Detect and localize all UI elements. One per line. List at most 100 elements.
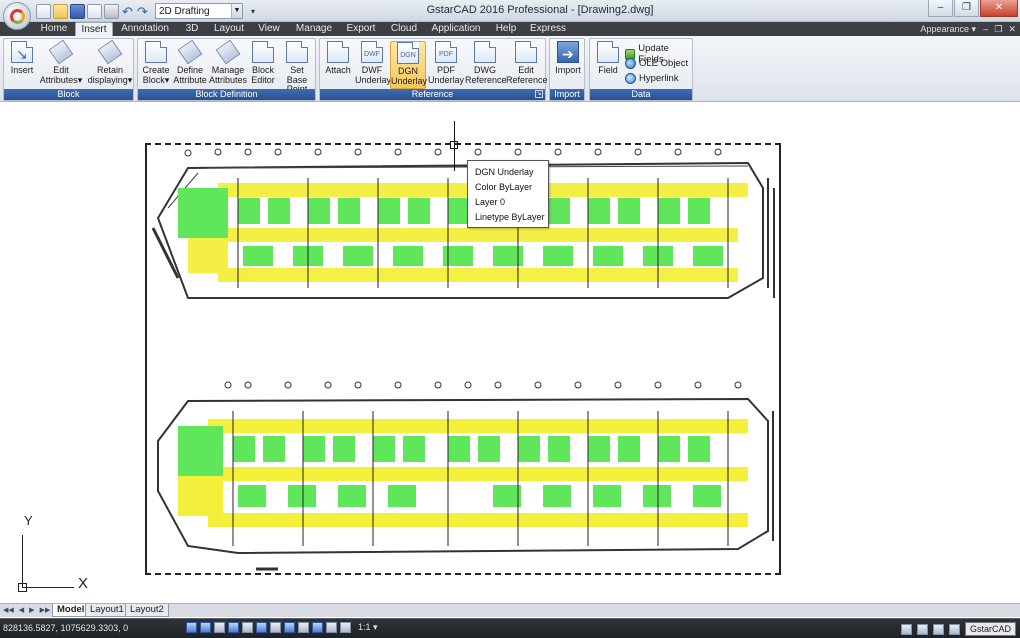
field-button[interactable]: Field: [593, 41, 623, 76]
tab-help[interactable]: Help: [492, 22, 520, 36]
set-base-point-icon: [286, 41, 308, 63]
ribbon-minimize-icon[interactable]: –: [983, 24, 988, 35]
button-label-2: Reference: [465, 74, 507, 85]
set-base-point-button[interactable]: Set Base Point: [279, 41, 315, 95]
drafting-settings-toggles: 1:1 ▾: [186, 622, 378, 633]
button-label-2: Editor: [251, 74, 275, 85]
define-attribute-icon: [177, 39, 203, 65]
hyperlink-label: Hyperlink: [639, 73, 679, 84]
edit-attributes-icon: [48, 39, 74, 65]
otrack-toggle-icon[interactable]: [256, 622, 267, 633]
panel-expand-icon[interactable]: ↘: [535, 90, 543, 98]
block-editor-button[interactable]: Block Editor: [248, 41, 278, 85]
insert-block-button[interactable]: ↘ Insert: [7, 41, 37, 76]
tab-view[interactable]: View: [254, 22, 284, 36]
prev-layout-icon[interactable]: ◀: [19, 606, 24, 614]
edit-reference-button[interactable]: Edit Reference: [506, 41, 548, 85]
quick-properties-icon[interactable]: [326, 622, 337, 633]
restore-button[interactable]: ❐: [954, 0, 979, 17]
ole-object-icon: [625, 58, 636, 69]
tab-layout2[interactable]: Layout2: [125, 604, 169, 617]
ole-object-button[interactable]: OLE Object: [625, 58, 688, 69]
window-title: GstarCAD 2016 Professional - [Drawing2.d…: [426, 4, 654, 16]
tab-export[interactable]: Export: [342, 22, 380, 36]
tab-annotation[interactable]: Annotation: [118, 22, 172, 36]
title-bar: ↶ ↷ 2D Drafting ▼ ▾ GstarCAD 2016 Profes…: [0, 0, 1020, 30]
tpy-toggle-icon[interactable]: [312, 622, 323, 633]
osnap-toggle-icon[interactable]: [242, 622, 253, 633]
retain-displaying-button[interactable]: Retain displaying▾: [86, 39, 134, 85]
panel-import: ➔ Import Import: [549, 38, 585, 101]
layout-tab-bar: ◀◀ ◀ ▶ ▶▶ Model Layout1 Layout2: [0, 603, 1020, 617]
object-tooltip: DGN Underlay Color ByLayer Layer 0 Linet…: [467, 160, 549, 228]
panel-title-block-definition: Block Definition: [138, 89, 315, 100]
coordinate-readout: 828136.5827, 1075629.3303, 0: [3, 623, 129, 633]
icon-text: PDF: [439, 51, 453, 58]
first-layout-icon[interactable]: ◀◀: [3, 606, 14, 614]
button-label-2: Block▾: [142, 74, 170, 85]
snap-toggle-icon[interactable]: [200, 622, 211, 633]
window-controls: – ❐ ✕: [928, 0, 1018, 17]
drawing-canvas[interactable]: DGN Underlay Color ByLayer Layer 0 Linet…: [0, 103, 1020, 603]
annotation-scale[interactable]: 1:1 ▾: [358, 622, 378, 633]
minimize-button[interactable]: –: [928, 0, 953, 17]
lineweight-toggle-icon[interactable]: [298, 622, 309, 633]
tab-insert[interactable]: Insert: [75, 22, 113, 37]
floor-plan-graphic: [151, 148, 775, 299]
tab-manage[interactable]: Manage: [293, 22, 335, 36]
edit-attributes-button[interactable]: Edit Attributes▾: [38, 39, 84, 85]
appearance-menu[interactable]: Appearance ▾: [920, 22, 976, 36]
selection-cycling-icon[interactable]: [340, 622, 351, 633]
grid-toggle-icon[interactable]: [186, 622, 197, 633]
button-sublabel: Block: [142, 74, 165, 85]
workspace-icon[interactable]: [948, 623, 960, 635]
tab-layout1[interactable]: Layout1: [85, 604, 129, 617]
pdf-underlay-button[interactable]: PDF PDF Underlay: [428, 41, 464, 85]
ribbon-close-icon[interactable]: ✕: [1008, 24, 1016, 35]
last-layout-icon[interactable]: ▶▶: [40, 606, 51, 614]
button-label: Set Base: [286, 65, 308, 85]
create-block-button[interactable]: Create Block▾: [140, 41, 172, 85]
panel-title-text: Reference: [411, 89, 454, 99]
polar-toggle-icon[interactable]: [228, 622, 239, 633]
dyn-toggle-icon[interactable]: [284, 622, 295, 633]
clean-screen-icon[interactable]: [932, 623, 944, 635]
brand-label: GstarCAD: [964, 622, 1016, 636]
tooltip-title: DGN Underlay: [475, 167, 534, 177]
tab-3d[interactable]: 3D: [180, 22, 204, 36]
tab-model[interactable]: Model: [52, 604, 90, 617]
ducs-toggle-icon[interactable]: [270, 622, 281, 633]
ribbon-tab-bar: Home Insert Annotation 3D Layout View Ma…: [0, 22, 1020, 37]
appearance-label: Appearance: [920, 24, 969, 34]
lock-icon[interactable]: [900, 623, 912, 635]
manage-attributes-icon: [215, 39, 241, 65]
hyperlink-button[interactable]: Hyperlink: [625, 73, 679, 84]
ribbon-window-controls: – ❐ ✕: [983, 24, 1016, 35]
tab-application[interactable]: Application: [430, 22, 482, 36]
ortho-toggle-icon[interactable]: [214, 622, 225, 633]
button-label: Field: [598, 65, 618, 75]
next-layout-icon[interactable]: ▶: [29, 606, 34, 614]
gstarcad-window: ↶ ↷ 2D Drafting ▼ ▾ GstarCAD 2016 Profes…: [0, 0, 1020, 638]
icon-text: DWF: [364, 51, 380, 58]
create-block-icon: [145, 41, 167, 63]
tab-home[interactable]: Home: [36, 22, 72, 36]
tab-layout[interactable]: Layout: [212, 22, 246, 36]
import-button[interactable]: ➔ Import: [552, 41, 584, 76]
floor-plan-building-upper: [148, 148, 780, 318]
dgn-underlay-button[interactable]: DGN DGN Underlay: [390, 41, 427, 89]
close-button[interactable]: ✕: [980, 0, 1018, 17]
lightbulb-icon[interactable]: [916, 623, 928, 635]
manage-attributes-button[interactable]: Manage Attributes: [209, 39, 247, 85]
tab-express[interactable]: Express: [529, 22, 567, 36]
dwg-reference-button[interactable]: DWG Reference: [465, 41, 507, 85]
tooltip-linetype: Linetype ByLayer: [475, 212, 545, 222]
tab-cloud[interactable]: Cloud: [387, 22, 421, 36]
button-label-2: Attributes▾: [39, 74, 83, 85]
button-label: Attach: [325, 65, 351, 75]
attach-button[interactable]: Attach: [322, 41, 354, 76]
dwf-underlay-button[interactable]: DWF DWF Underlay: [355, 41, 391, 85]
application-menu-button[interactable]: [3, 2, 31, 30]
define-attribute-button[interactable]: Define Attribute: [172, 39, 208, 85]
ribbon-restore-icon[interactable]: ❐: [994, 24, 1002, 35]
